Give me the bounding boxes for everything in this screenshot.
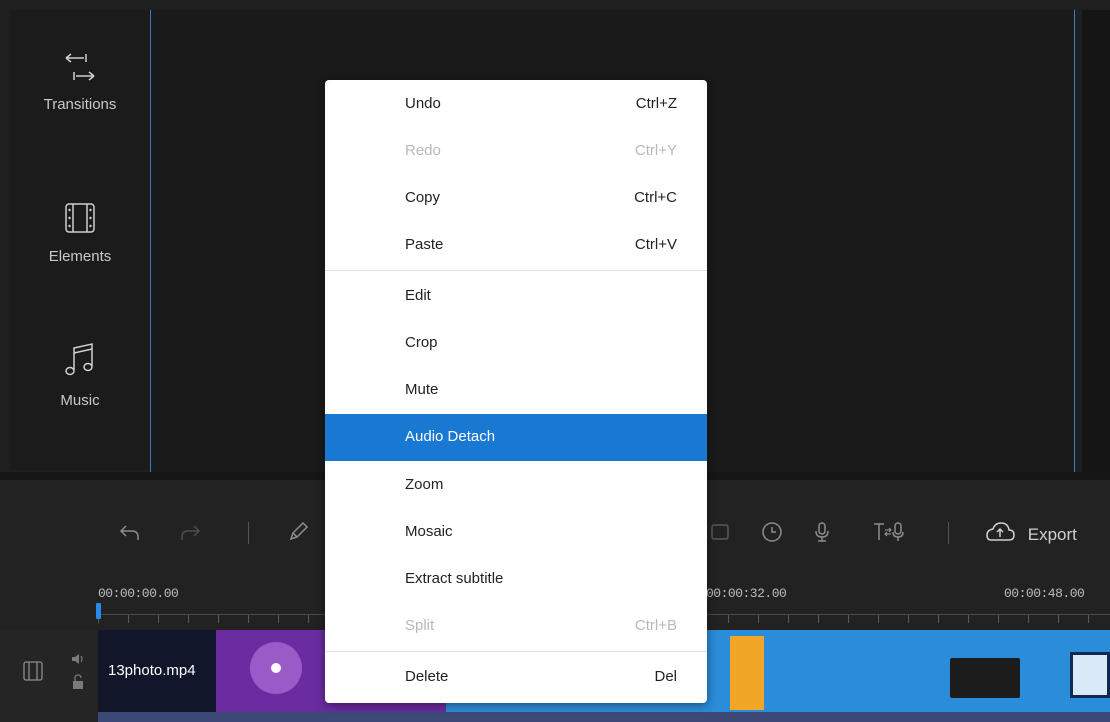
menu-item-label: Paste [405, 236, 444, 253]
sidebar-item-label: Elements [48, 248, 112, 265]
timecode-label: 00:00:48.00 [1004, 586, 1085, 601]
menu-item-split[interactable]: Split Ctrl+B [325, 603, 707, 650]
clip-thumbnail-orange [730, 636, 764, 710]
menu-item-undo[interactable]: Undo Ctrl+Z [325, 81, 707, 128]
ruler-tick [1058, 615, 1059, 623]
right-panel-edge [1082, 10, 1110, 474]
menu-item-mosaic[interactable]: Mosaic [325, 509, 707, 556]
menu-item-mute[interactable]: Mute [325, 367, 707, 414]
menu-item-shortcut: Ctrl+V [634, 236, 677, 253]
ruler-tick [968, 615, 969, 623]
toolbar-divider [948, 522, 949, 544]
menu-item-redo[interactable]: Redo Ctrl+Y [325, 128, 707, 175]
menu-item-edit[interactable]: Edit [325, 273, 707, 320]
menu-item-crop[interactable]: Crop [325, 320, 707, 367]
ruler-tick [308, 615, 309, 623]
volume-icon[interactable] [70, 652, 86, 671]
ruler-tick [938, 615, 939, 623]
menu-item-shortcut: Del [654, 668, 677, 685]
sidebar-item-label: Transitions [43, 96, 117, 113]
menu-item-label: Audio Detach [405, 428, 496, 445]
context-menu: Undo Ctrl+Z Redo Ctrl+Y Copy Ctrl+C Past… [325, 80, 707, 703]
clip-filename: 13photo.mp4 [108, 662, 196, 679]
export-button[interactable]: Export [985, 520, 1077, 549]
menu-item-audio-detach[interactable]: Audio Detach [325, 414, 707, 461]
menu-item-delete[interactable]: Delete Del [325, 654, 707, 701]
audio-waveform-strip [98, 712, 1110, 722]
sidebar-item-label: Music [60, 392, 100, 409]
ruler-tick [818, 615, 819, 623]
clip-thumbnail-dot [271, 663, 281, 673]
sidebar-item-elements[interactable]: Elements [10, 200, 150, 265]
microphone-icon[interactable] [810, 520, 834, 550]
menu-item-label: Mute [405, 381, 439, 398]
menu-item-paste[interactable]: Paste Ctrl+V [325, 222, 707, 269]
menu-item-label: Zoom [405, 476, 444, 493]
film-frame-icon [10, 200, 150, 240]
export-label: Export [1027, 525, 1077, 544]
ruler-tick [788, 615, 789, 623]
menu-item-copy[interactable]: Copy Ctrl+C [325, 175, 707, 222]
menu-item-label: Undo [405, 95, 441, 112]
ruler-tick [758, 615, 759, 623]
menu-item-label: Split [405, 617, 435, 634]
cloud-upload-icon [985, 522, 1020, 548]
menu-item-shortcut: Ctrl+C [634, 189, 677, 206]
menu-item-label: Mosaic [405, 523, 453, 540]
menu-separator [325, 651, 707, 652]
menu-item-shortcut: Ctrl+B [634, 617, 677, 634]
undo-icon[interactable] [118, 520, 142, 550]
menu-separator [325, 270, 707, 271]
ruler-tick [998, 615, 999, 623]
menu-item-label: Copy [405, 189, 441, 206]
music-note-icon [10, 340, 150, 384]
menu-item-extract-subtitle[interactable]: Extract subtitle [325, 556, 707, 603]
ruler-tick [848, 615, 849, 623]
sidebar-item-music[interactable]: Music [10, 340, 150, 409]
ruler-tick [248, 615, 249, 623]
sidebar-item-transitions[interactable]: Transitions [10, 48, 150, 113]
timecode-label: 00:00:32.00 [706, 586, 787, 601]
clip-thumbnail-screen [1070, 652, 1110, 698]
menu-item-shortcut: Ctrl+Y [634, 142, 677, 159]
menu-item-label: Delete [405, 668, 449, 685]
text-to-speech-icon[interactable] [872, 520, 906, 550]
ruler-tick [1028, 615, 1029, 623]
menu-item-zoom[interactable]: Zoom [325, 462, 707, 509]
menu-item-shortcut: Ctrl+Z [635, 95, 677, 112]
ruler-tick [728, 615, 729, 623]
menu-item-label: Edit [405, 287, 431, 304]
ruler-tick [1088, 615, 1089, 623]
toolbar-divider [248, 522, 249, 544]
redo-icon[interactable] [178, 520, 202, 550]
lock-icon[interactable] [71, 674, 85, 695]
menu-item-label: Crop [405, 334, 438, 351]
ruler-tick [878, 615, 879, 623]
film-frame-icon [22, 660, 44, 687]
ruler-tick [908, 615, 909, 623]
transitions-icon [10, 48, 150, 88]
ruler-tick [158, 615, 159, 623]
clip-thumbnail-laptop [950, 658, 1020, 698]
ruler-tick [218, 615, 219, 623]
playhead-handle[interactable] [96, 603, 101, 619]
track-header [0, 630, 98, 722]
media-sidebar: Transitions Elements Music [10, 10, 150, 470]
ruler-tick [128, 615, 129, 623]
pencil-icon[interactable] [286, 520, 310, 550]
menu-item-label: Extract subtitle [405, 570, 504, 587]
timecode-label: 00:00:00.00 [98, 586, 179, 601]
ruler-tick [188, 615, 189, 623]
clock-icon[interactable] [760, 520, 784, 550]
menu-item-label: Redo [405, 142, 441, 159]
ruler-tick [278, 615, 279, 623]
crop-frame-icon[interactable] [708, 520, 732, 550]
